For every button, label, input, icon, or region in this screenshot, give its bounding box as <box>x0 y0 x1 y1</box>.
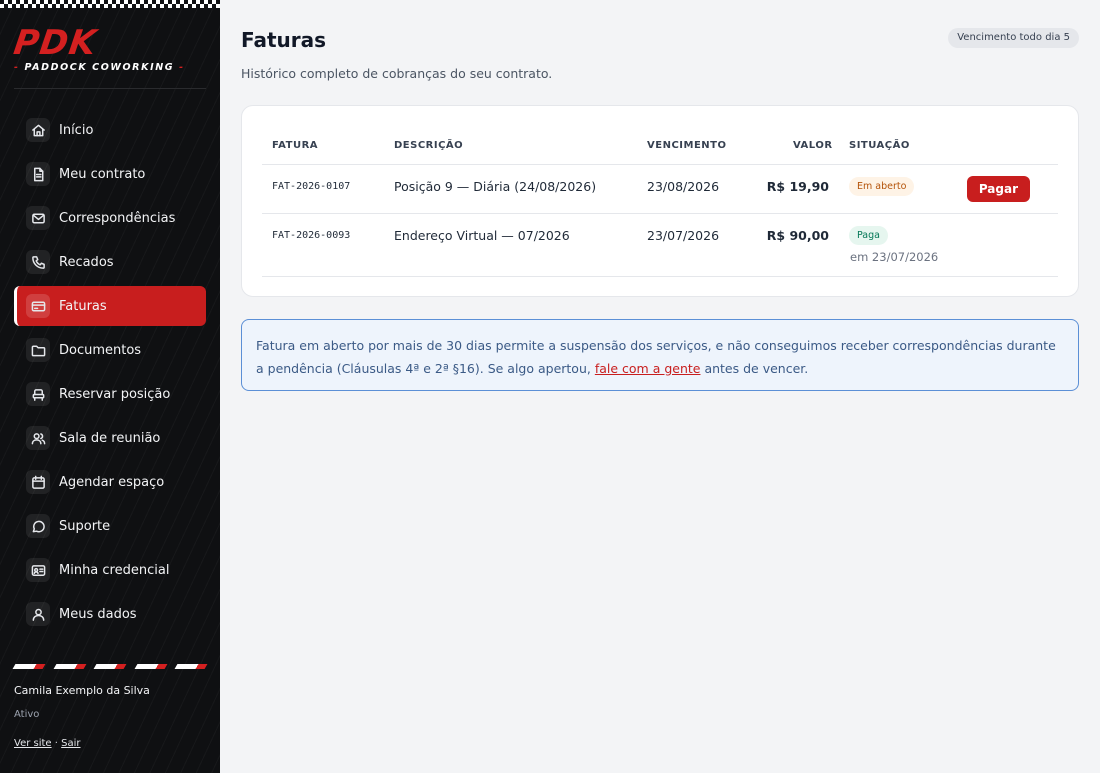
sidebar-item-agendar-espaco[interactable]: Agendar espaço <box>14 462 206 502</box>
divider <box>14 88 206 89</box>
home-icon <box>26 118 50 142</box>
sidebar-item-suporte[interactable]: Suporte <box>14 506 206 546</box>
sidebar-item-label: Faturas <box>59 298 107 314</box>
due-date-badge: Vencimento todo dia 5 <box>948 28 1079 48</box>
sidebar-item-label: Sala de reunião <box>59 430 161 446</box>
user-links: Ver site · Sair <box>14 738 81 749</box>
paid-date: em 23/07/2026 <box>850 250 939 264</box>
sidebar-item-label: Meus dados <box>59 606 137 622</box>
view-site-link[interactable]: Ver site <box>14 738 52 749</box>
table-row: FAT-2026-0107 Posição 9 — Diária (24/08/… <box>262 165 1058 214</box>
checkered-flag-strip <box>0 0 220 8</box>
racing-stripes <box>12 664 208 671</box>
table-header: FATURA DESCRIÇÃO VENCIMENTO VALOR SITUAÇ… <box>262 128 1058 165</box>
link-separator: · <box>54 738 58 749</box>
invoice-description: Endereço Virtual — 07/2026 <box>394 228 570 243</box>
invoices-card: FATURA DESCRIÇÃO VENCIMENTO VALOR SITUAÇ… <box>241 105 1079 297</box>
sidebar-item-label: Suporte <box>59 518 111 534</box>
user-name: Camila Exemplo da Silva <box>14 684 150 697</box>
sidebar-item-recados[interactable]: Recados <box>14 242 206 282</box>
invoice-id: FAT-2026-0107 <box>272 181 351 192</box>
id-card-icon <box>26 558 50 582</box>
sidebar-item-faturas[interactable]: Faturas <box>14 286 206 326</box>
invoice-description: Posição 9 — Diária (24/08/2026) <box>394 179 597 194</box>
sidebar-item-label: Correspondências <box>59 210 176 226</box>
invoice-due-date: 23/07/2026 <box>647 228 720 243</box>
sidebar-item-sala-de-reuniao[interactable]: Sala de reunião <box>14 418 206 458</box>
suspension-notice: Fatura em aberto por mais de 30 dias per… <box>241 319 1079 391</box>
notice-text-end: antes de vencer. <box>700 361 809 376</box>
chat-icon <box>26 514 50 538</box>
table-row: FAT-2026-0093 Endereço Virtual — 07/2026… <box>262 214 1058 277</box>
user-status: Ativo <box>14 709 40 720</box>
contact-us-link[interactable]: fale com a gente <box>595 361 701 376</box>
sidebar-item-label: Documentos <box>59 342 142 358</box>
invoice-due-date: 23/08/2026 <box>647 179 720 194</box>
logo-tagline: - PADDOCK COWORKING - <box>14 62 185 73</box>
column-header-due: VENCIMENTO <box>647 140 727 151</box>
sidebar-item-label: Minha credencial <box>59 562 170 578</box>
column-header-invoice: FATURA <box>272 140 319 151</box>
invoice-id: FAT-2026-0093 <box>272 230 351 241</box>
column-header-status: SITUAÇÃO <box>849 140 910 151</box>
mail-icon <box>26 206 50 230</box>
invoice-value: R$ 90,00 <box>766 228 829 243</box>
user-icon <box>26 602 50 626</box>
status-badge: Paga <box>849 226 888 245</box>
invoices-table: FATURA DESCRIÇÃO VENCIMENTO VALOR SITUAÇ… <box>262 128 1058 277</box>
sidebar-item-reservar-posicao[interactable]: Reservar posição <box>14 374 206 414</box>
sidebar-item-meus-dados[interactable]: Meus dados <box>14 594 206 634</box>
sidebar-item-label: Agendar espaço <box>59 474 165 490</box>
brand-logo[interactable]: PDK - PADDOCK COWORKING - <box>11 23 185 73</box>
credit-card-icon <box>26 294 50 318</box>
page-title: Faturas <box>241 28 327 52</box>
column-header-description: DESCRIÇÃO <box>394 140 464 151</box>
column-header-value: VALOR <box>793 140 833 151</box>
document-icon <box>26 162 50 186</box>
sidebar-item-minha-credencial[interactable]: Minha credencial <box>14 550 206 590</box>
sidebar-item-label: Reservar posição <box>59 386 171 402</box>
sidebar-item-label: Meu contrato <box>59 166 146 182</box>
folder-icon <box>26 338 50 362</box>
main-content: Faturas Vencimento todo dia 5 Histórico … <box>220 0 1100 773</box>
sidebar-item-documentos[interactable]: Documentos <box>14 330 206 370</box>
sidebar-nav: Início Meu contrato Correspondências Rec… <box>14 110 206 638</box>
sidebar: PDK - PADDOCK COWORKING - Início Meu con… <box>0 0 220 773</box>
page-subtitle: Histórico completo de cobranças do seu c… <box>241 66 553 81</box>
logo-text: PDK <box>11 23 100 63</box>
calendar-icon <box>26 470 50 494</box>
status-badge: Em aberto <box>849 177 915 196</box>
logout-link[interactable]: Sair <box>61 738 80 749</box>
phone-icon <box>26 250 50 274</box>
invoice-value: R$ 19,90 <box>766 179 829 194</box>
sidebar-item-correspondencias[interactable]: Correspondências <box>14 198 206 238</box>
sidebar-item-inicio[interactable]: Início <box>14 110 206 150</box>
sidebar-item-label: Início <box>59 122 94 138</box>
pay-button[interactable]: Pagar <box>966 176 1030 202</box>
sidebar-item-label: Recados <box>59 254 114 270</box>
sidebar-item-meu-contrato[interactable]: Meu contrato <box>14 154 206 194</box>
seat-icon <box>26 382 50 406</box>
users-icon <box>26 426 50 450</box>
